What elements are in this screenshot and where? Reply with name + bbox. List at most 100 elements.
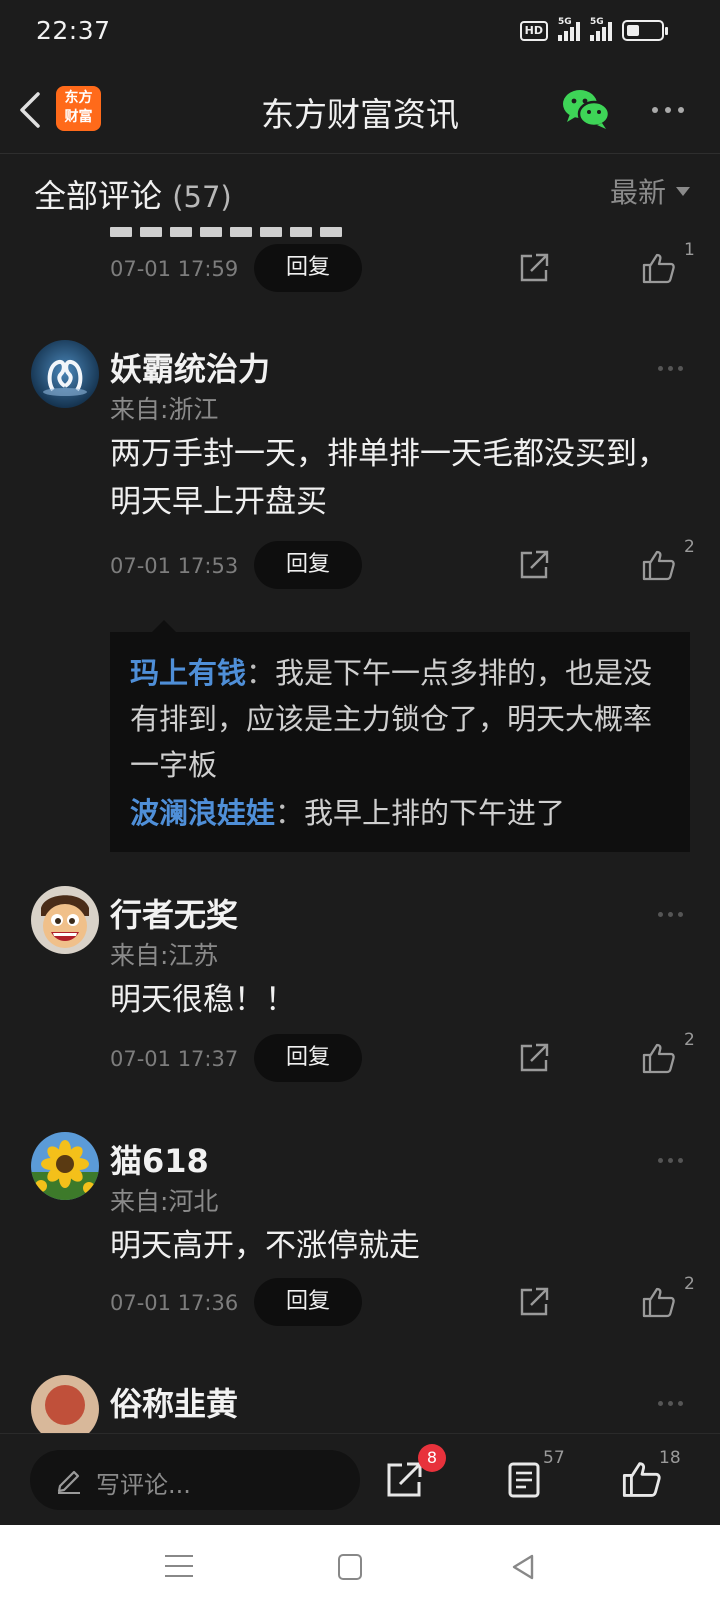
comment-time: 07-01 17:37 — [110, 1047, 239, 1071]
comment-more-button[interactable] — [658, 906, 692, 922]
thumbs-up-icon — [642, 253, 675, 284]
back-button[interactable] — [12, 86, 52, 134]
input-placeholder: 写评论... — [96, 1471, 191, 1499]
like-article-button[interactable] — [622, 1460, 664, 1500]
reply-button[interactable]: 回复 — [254, 1278, 362, 1326]
more-icon — [652, 107, 658, 113]
caret-down-icon — [676, 186, 690, 196]
signal-icon: 5G — [558, 17, 580, 41]
app-logo: 东方 财富 — [56, 86, 101, 131]
recent-apps-button[interactable] — [165, 1555, 193, 1581]
comment-list[interactable]: 07-01 17:59 回复 1 妖霸统治力 来自:浙江 两万手封一天，排单排一… — [0, 155, 720, 1433]
logo-text-top: 东方 — [64, 90, 93, 106]
reply-user-name[interactable]: 玛上有钱 — [130, 656, 246, 690]
page-title: 东方财富资讯 — [261, 95, 459, 134]
avatar[interactable] — [31, 1375, 99, 1433]
comment-total-count: (57) — [172, 180, 232, 214]
user-location: 来自:河北 — [110, 1187, 219, 1216]
like-count: 2 — [684, 1030, 695, 1050]
sunflower-avatar-icon — [31, 1132, 99, 1200]
comment-more-button[interactable] — [658, 1395, 692, 1411]
reply-button[interactable]: 回复 — [254, 1034, 362, 1082]
network-label-2: 5G — [590, 16, 604, 27]
share-icon — [520, 1043, 549, 1072]
status-icons: HD 5G 5G — [519, 16, 668, 41]
reply-separator: ： — [246, 656, 276, 690]
battery-icon — [622, 20, 668, 41]
comment-time: 07-01 17:53 — [110, 554, 239, 578]
thumbs-up-icon — [642, 1043, 675, 1074]
triangle-back-icon — [512, 1554, 534, 1580]
system-back-button[interactable] — [510, 1553, 536, 1581]
like-button[interactable]: 1 — [642, 240, 695, 288]
hd-icon: HD — [519, 20, 548, 41]
reply-item[interactable]: 玛上有钱：我是下午一点多排的，也是没有排到，应该是主力锁仓了，明天大概率一字板 — [130, 650, 672, 788]
system-nav-bar — [0, 1525, 720, 1612]
logo-text-bottom: 财富 — [64, 109, 93, 125]
user-location: 来自:浙江 — [110, 395, 219, 424]
comment-meta: 07-01 17:59 回复 1 — [110, 240, 700, 292]
user-name[interactable]: 妖霸统治力 — [110, 344, 270, 390]
screen: 22:37 HD 5G 5G 东方 财富 东方财富资讯 07-01 17:59 … — [0, 0, 720, 1612]
reply-button[interactable]: 回复 — [254, 244, 362, 292]
reply-text: 我早上排的下午进了 — [304, 796, 566, 830]
comment-meta: 07-01 17:36 回复 2 — [110, 1274, 700, 1326]
share-icon — [520, 253, 549, 282]
cartoon-face-avatar-icon — [31, 886, 99, 954]
network-label: 5G — [558, 16, 572, 27]
share-button[interactable] — [518, 252, 552, 286]
like-button[interactable]: 2 — [642, 1030, 695, 1078]
reply-user-name[interactable]: 波澜浪娃娃 — [130, 796, 275, 830]
like-count: 2 — [684, 1274, 695, 1294]
write-comment-input[interactable]: 写评论... — [30, 1450, 360, 1510]
share-button[interactable] — [518, 549, 552, 583]
share-icon — [520, 550, 549, 579]
thumbs-up-icon — [642, 1287, 675, 1318]
battery-fill — [627, 25, 639, 36]
sort-dropdown[interactable]: 最新 — [610, 171, 690, 211]
reply-item[interactable]: 波澜浪娃娃：我早上排的下午进了 — [130, 790, 672, 836]
sort-label: 最新 — [609, 176, 666, 209]
share-button[interactable] — [518, 1042, 552, 1076]
like-count: 1 — [684, 240, 695, 260]
user-name[interactable]: 俗称韭黄 — [110, 1379, 238, 1425]
thumbs-up-icon — [622, 1462, 661, 1497]
swan-avatar-icon — [31, 340, 99, 408]
status-time: 22:37 — [36, 16, 111, 45]
section-title: 全部评论 (57) — [34, 171, 232, 217]
like-button[interactable]: 2 — [642, 1274, 695, 1322]
comment-time: 07-01 17:36 — [110, 1291, 239, 1315]
share-button[interactable] — [518, 1286, 552, 1320]
reply-separator: ： — [275, 796, 305, 830]
share-article-button[interactable] — [384, 1460, 424, 1500]
bottom-action-bar: 写评论... 8 57 18 — [0, 1433, 720, 1525]
home-button[interactable] — [338, 1554, 362, 1580]
pencil-icon — [57, 1470, 80, 1494]
comment-more-button[interactable] — [658, 360, 692, 376]
likes-count: 18 — [659, 1448, 681, 1468]
reply-thread[interactable]: 玛上有钱：我是下午一点多排的，也是没有排到，应该是主力锁仓了，明天大概率一字板 … — [110, 620, 690, 852]
user-name[interactable]: 行者无奖 — [110, 890, 238, 936]
comment-meta: 07-01 17:53 回复 2 — [110, 537, 700, 589]
user-name[interactable]: 猫618 — [110, 1136, 209, 1182]
like-count: 2 — [684, 537, 695, 557]
app-header: 东方 财富 东方财富资讯 — [0, 66, 720, 154]
avatar[interactable] — [31, 340, 99, 408]
share-icon — [520, 1287, 549, 1316]
wechat-icon — [563, 90, 611, 129]
comments-section-header: 全部评论 (57) 最新 — [0, 155, 720, 227]
like-button[interactable]: 2 — [642, 537, 695, 585]
back-icon — [20, 92, 40, 128]
wechat-share-button[interactable] — [562, 88, 611, 130]
comment-more-button[interactable] — [658, 1152, 692, 1168]
section-title-text: 全部评论 — [34, 177, 163, 215]
reply-button[interactable]: 回复 — [254, 541, 362, 589]
more-options-button[interactable] — [646, 96, 690, 124]
thumbs-up-icon — [642, 550, 675, 581]
avatar-icon — [31, 1375, 99, 1433]
avatar[interactable] — [31, 886, 99, 954]
view-comments-button[interactable] — [504, 1460, 544, 1500]
comment-text: 明天很稳！！ — [110, 982, 296, 1018]
comment-text: 明天高开，不涨停就走 — [110, 1228, 420, 1264]
avatar[interactable] — [31, 1132, 99, 1200]
